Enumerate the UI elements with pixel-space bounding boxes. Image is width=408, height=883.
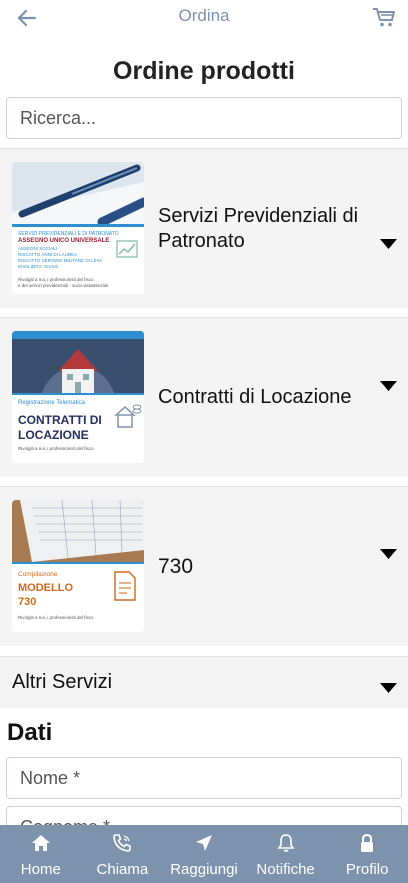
thumb-line: ASSEGNO UNICO UNIVERSALE	[18, 238, 110, 244]
caret-down-icon[interactable]	[380, 549, 397, 559]
altri-servizi-label: Altri Servizi	[12, 671, 113, 693]
bell-icon	[277, 834, 295, 852]
thumb-line: RISCATTO ANNI DI LAUREA	[18, 252, 78, 257]
thumb-line: Compilazione	[18, 571, 58, 578]
product-thumbnail: SERVIZI PREVIDENZIALI E DI PATRONATO ASS…	[12, 162, 144, 294]
tab-label: Chiama	[96, 861, 149, 878]
chart-icon	[116, 240, 138, 258]
thumb-footer: Rivolgiti a noi, i professionisti del fi…	[18, 277, 94, 282]
tab-home[interactable]: Home	[0, 825, 82, 883]
thumb-footer: Rivolgiti a noi, i professionisti del fi…	[18, 446, 94, 451]
product-card-730[interactable]: Compilazione MODELLO 730 Rivolgiti a noi…	[0, 486, 408, 646]
tab-chiama[interactable]: Chiama	[82, 825, 164, 883]
document-icon	[114, 571, 136, 601]
tax-form-photo	[12, 500, 144, 562]
thumb-line: ASSEGNI SOCIALI	[18, 246, 58, 251]
tab-label: Profilo	[345, 861, 389, 878]
product-name: Servizi Previdenziali di Patronato	[158, 204, 359, 252]
dati-section-title: Dati	[7, 719, 53, 746]
caret-down-icon[interactable]	[380, 683, 397, 693]
thumb-line: CONTRATTI DI	[18, 413, 102, 427]
house-photo	[12, 331, 144, 393]
tab-label: Notifiche	[256, 861, 315, 878]
thumb-line: MODELLO	[18, 582, 73, 594]
product-card-contratti-locazione[interactable]: Registrazione Telematica CONTRATTI DI LO…	[0, 317, 408, 477]
thumb-footer: e dei servizi previdenziali - socio-assi…	[18, 283, 109, 288]
product-card-servizi-previdenziali[interactable]: SERVIZI PREVIDENZIALI E DI PATRONATO ASS…	[0, 148, 408, 308]
nome-field[interactable]	[6, 757, 402, 799]
house-coins-icon	[114, 404, 142, 428]
top-bar: Ordina	[0, 0, 408, 36]
pen-photo	[12, 162, 144, 224]
product-thumbnail: Registrazione Telematica CONTRATTI DI LO…	[12, 331, 144, 463]
bottom-tab-bar: Home Chiama Raggiungi Notifiche Profilo	[0, 825, 408, 883]
thumb-line: LOCAZIONE	[18, 428, 89, 442]
thumb-line: Registrazione Telematica	[18, 400, 85, 406]
tab-raggiungi[interactable]: Raggiungi	[163, 825, 245, 883]
tab-label: Raggiungi	[170, 861, 238, 878]
product-thumbnail: Compilazione MODELLO 730 Rivolgiti a noi…	[12, 500, 144, 632]
location-arrow-icon	[195, 835, 212, 851]
thumb-line: RISCATTO SERVIZIO MILITARE DI LEVA	[18, 258, 103, 263]
thumb-footer: Rivolgiti a noi, i professionisti del fi…	[18, 615, 94, 620]
thumb-line: 730	[18, 596, 37, 608]
page-title: Ordine prodotti	[113, 57, 295, 85]
thumb-line: SERVIZI PREVIDENZIALI E DI PATRONATO	[18, 231, 119, 237]
search-input[interactable]	[6, 97, 402, 139]
caret-down-icon[interactable]	[380, 239, 397, 249]
home-icon	[31, 835, 50, 851]
thumb-line: INVALIDITA' CIVILE	[18, 264, 59, 269]
lock-icon	[361, 833, 374, 852]
tab-label: Home	[20, 861, 61, 878]
product-name: 730	[158, 555, 194, 578]
tab-profilo[interactable]: Profilo	[326, 825, 408, 883]
header-title: Ordina	[178, 6, 230, 25]
altri-servizi-row[interactable]: Altri Servizi	[0, 656, 408, 708]
product-name: Contratti di Locazione	[158, 386, 352, 408]
phone-icon	[113, 834, 132, 852]
cart-icon[interactable]	[372, 6, 396, 28]
tab-notifiche[interactable]: Notifiche	[245, 825, 327, 883]
caret-down-icon[interactable]	[380, 381, 397, 391]
